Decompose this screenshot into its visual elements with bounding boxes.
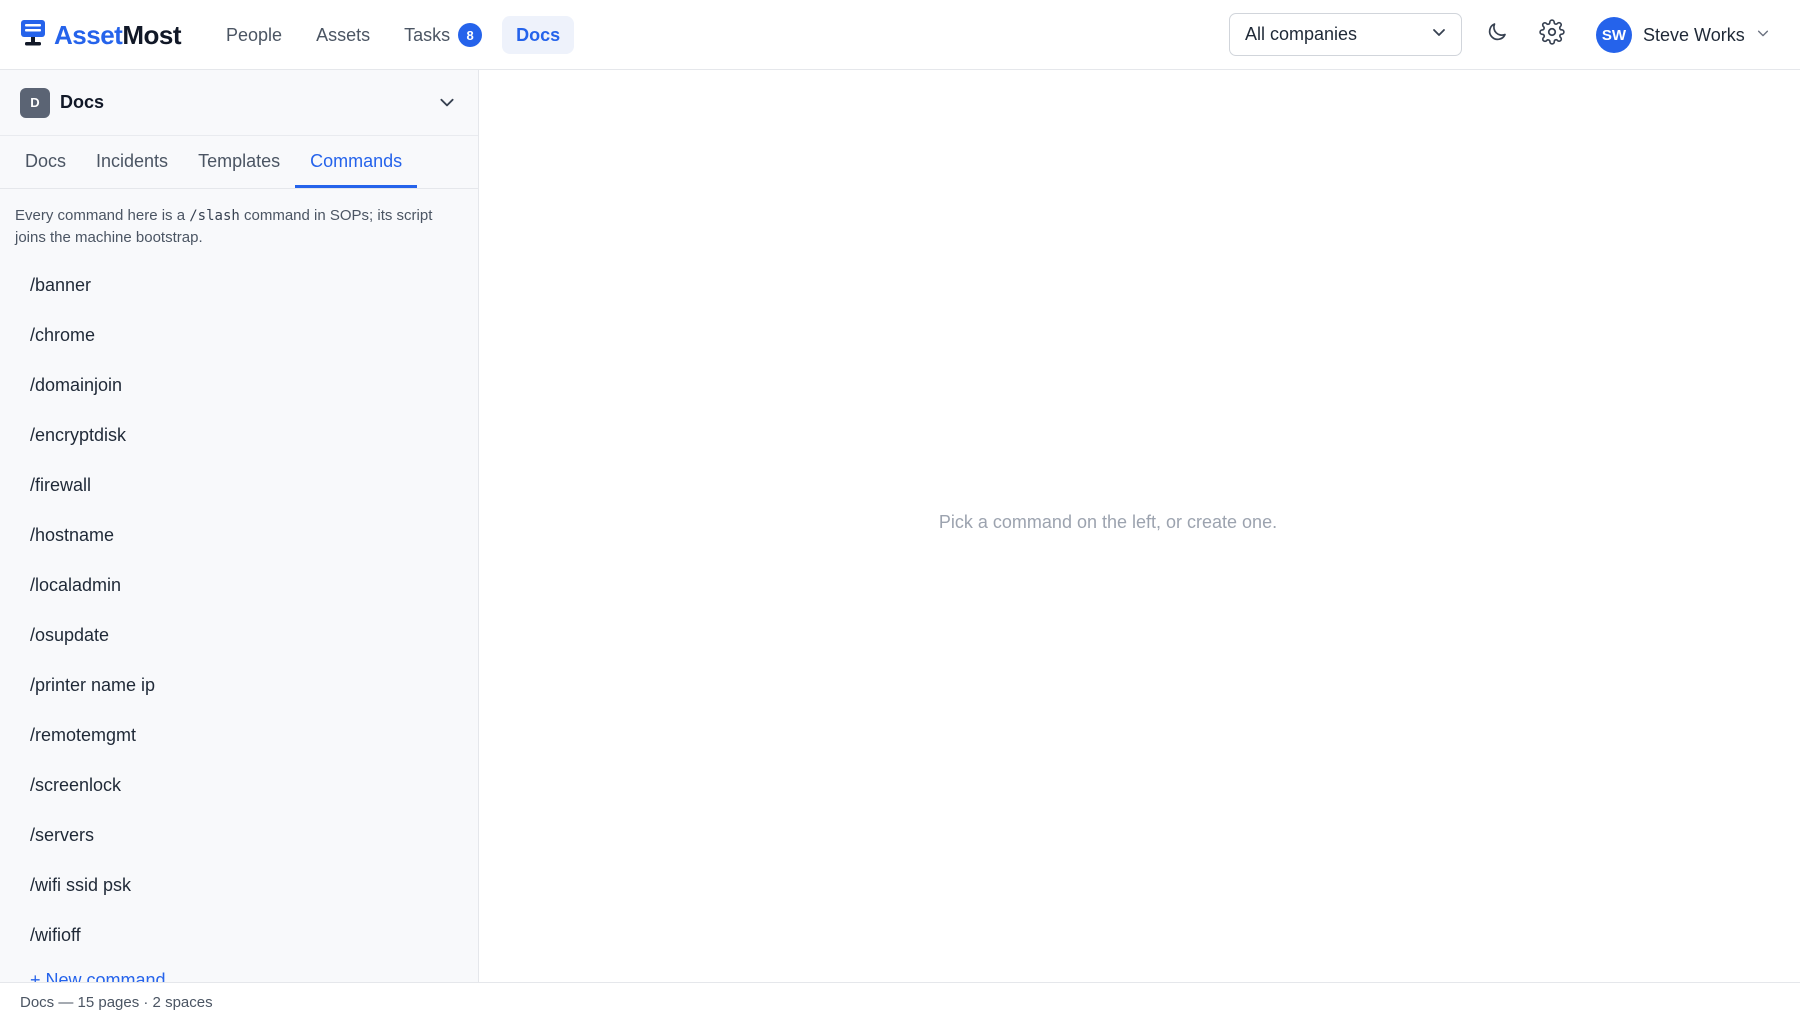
settings-button[interactable] <box>1533 15 1571 53</box>
chevron-down-icon <box>1431 24 1447 45</box>
chevron-down-icon <box>1756 26 1770 45</box>
list-item[interactable]: /wifioff <box>0 910 478 960</box>
space-switcher[interactable]: D Docs <box>0 70 478 136</box>
user-name: Steve Works <box>1643 24 1745 45</box>
list-item[interactable]: /printer name ip <box>0 660 478 710</box>
slash-code: /slash <box>189 208 240 224</box>
new-command-link[interactable]: + New command <box>0 962 478 983</box>
tab-templates[interactable]: Templates <box>183 135 295 188</box>
brand-name: AssetMost <box>54 20 181 50</box>
nav-tasks[interactable]: Tasks 8 <box>390 16 496 54</box>
main-content: Pick a command on the left, or create on… <box>480 70 1800 982</box>
theme-toggle-button[interactable] <box>1478 15 1516 53</box>
gear-icon <box>1539 18 1565 50</box>
monitor-logo-icon <box>20 19 46 52</box>
list-item[interactable]: /wifi ssid psk <box>0 860 478 910</box>
list-item[interactable]: /banner <box>0 260 478 310</box>
company-select-value: All companies <box>1245 24 1358 44</box>
list-item[interactable]: /hostname <box>0 510 478 560</box>
list-item[interactable]: /encryptdisk <box>0 410 478 460</box>
list-item[interactable]: /domainjoin <box>0 360 478 410</box>
space-badge: D <box>20 87 50 118</box>
tab-incidents[interactable]: Incidents <box>81 135 183 188</box>
list-item[interactable]: /screenlock <box>0 760 478 810</box>
sidebar-tabs: Docs Incidents Templates Commands <box>0 136 478 189</box>
avatar: SW <box>1596 17 1632 53</box>
status-text: Docs — 15 pages · 2 spaces <box>20 994 213 1011</box>
top-bar: AssetMost People Assets Tasks 8 Docs All… <box>0 0 1800 70</box>
space-title: Docs <box>60 92 105 112</box>
nav-assets[interactable]: Assets <box>302 16 384 54</box>
empty-state-message: Pick a command on the left, or create on… <box>938 511 1278 532</box>
company-select[interactable]: All companies <box>1229 13 1462 56</box>
list-item[interactable]: /servers <box>0 810 478 860</box>
command-list: /banner /chrome /domainjoin /encryptdisk… <box>0 260 478 960</box>
sidebar: D Docs Docs Incidents Templates Commands… <box>0 70 479 982</box>
user-menu[interactable]: SW Steve Works <box>1596 17 1770 53</box>
commands-hint: Every command here is a /slash command i… <box>15 207 433 246</box>
brand-logo-link[interactable]: AssetMost <box>20 18 181 52</box>
status-bar: Docs — 15 pages · 2 spaces <box>0 982 1800 1022</box>
tab-commands[interactable]: Commands <box>295 135 418 188</box>
list-item[interactable]: /chrome <box>0 310 478 360</box>
tasks-count-badge: 8 <box>458 23 483 47</box>
tab-docs[interactable]: Docs <box>10 135 81 188</box>
list-item[interactable]: /remotemgmt <box>0 710 478 760</box>
chevron-down-icon <box>438 93 456 116</box>
list-item[interactable]: /osupdate <box>0 610 478 660</box>
main-nav: People Assets Tasks 8 Docs <box>212 16 575 54</box>
nav-docs[interactable]: Docs <box>502 16 575 54</box>
nav-people[interactable]: People <box>212 16 296 54</box>
moon-icon <box>1485 20 1509 49</box>
list-item[interactable]: /firewall <box>0 460 478 510</box>
list-item[interactable]: /localadmin <box>0 560 478 610</box>
